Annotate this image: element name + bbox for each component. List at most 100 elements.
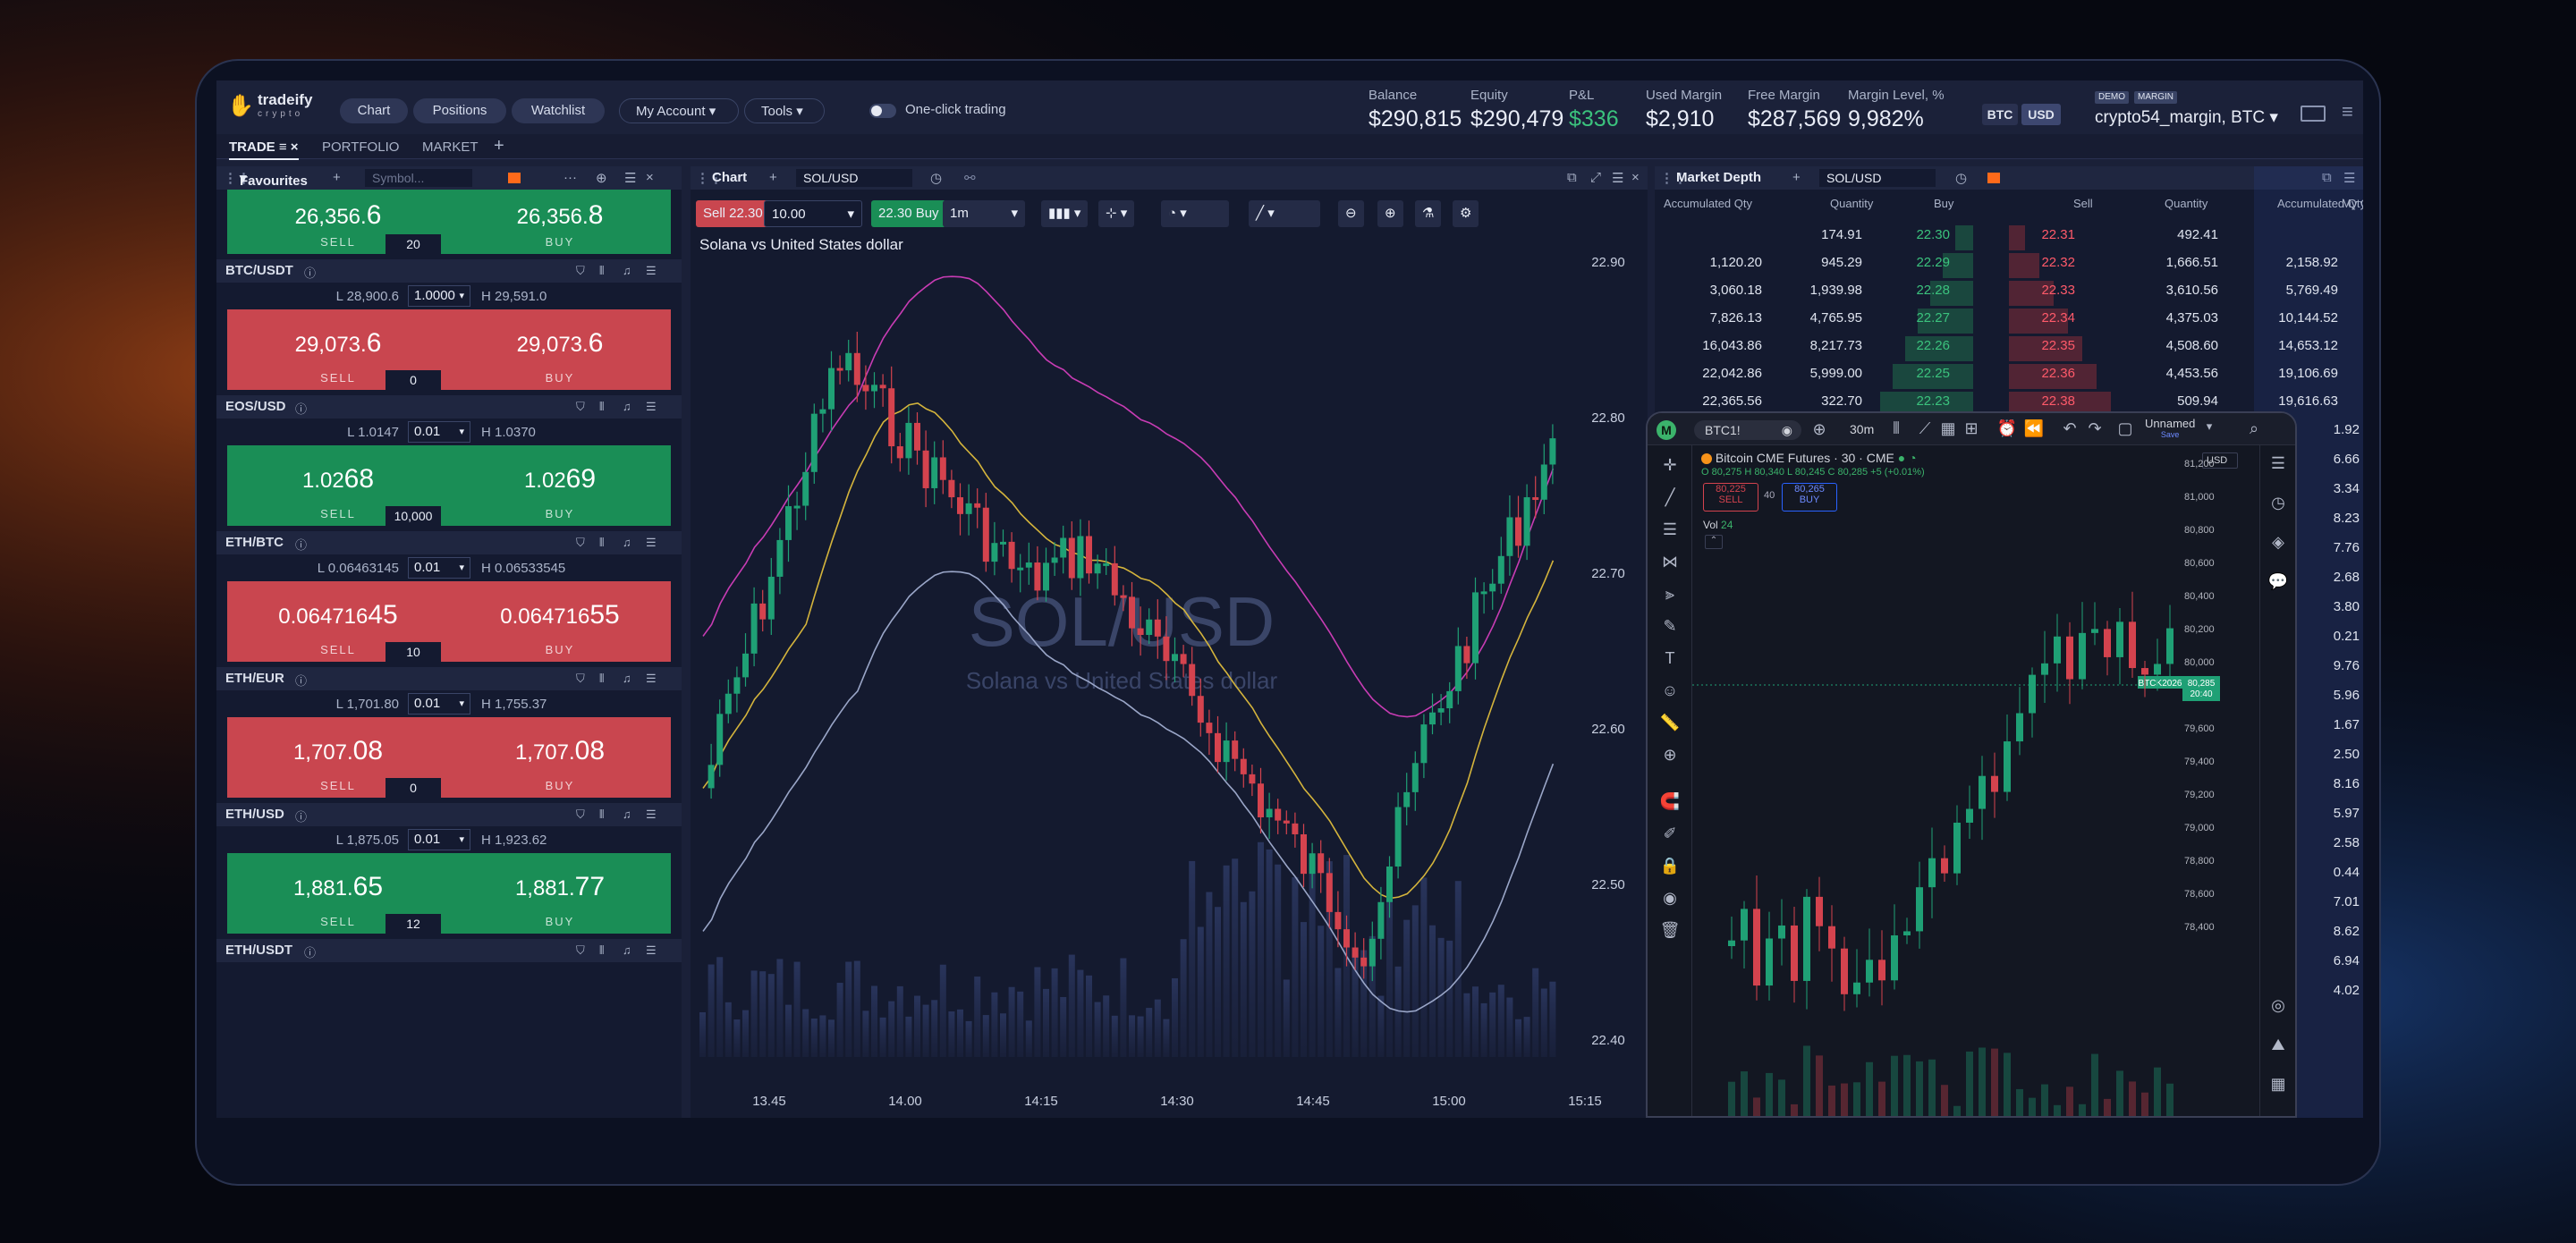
shield-icon[interactable]: ⛉ [576,943,585,958]
tools-dropdown[interactable]: Tools ▾ [744,98,825,123]
nav-trade[interactable]: TRADE ≡ × [229,140,299,160]
bell-icon[interactable]: ♫ [623,808,631,821]
trendline-icon[interactable]: ╱ [1659,488,1681,507]
alarm-icon[interactable]: ⏰ [1996,419,2018,438]
info-icon[interactable]: ⓘ [304,264,316,281]
info-icon[interactable]: ⓘ [304,943,316,960]
lot-size-select[interactable]: 1.0000 ▾ [408,285,470,307]
zoom-in-icon[interactable]: ⊕ [1377,200,1403,227]
bell-icon[interactable]: ♫ [623,400,631,413]
fullscreen-icon[interactable]: ▢ [2114,419,2136,438]
shield-icon[interactable]: ⛉ [576,536,585,550]
indicators-icon[interactable]: ⊹ ▾ [1098,200,1135,227]
layout-icon[interactable] [2301,106,2326,122]
chat-icon[interactable]: 💬 [2267,572,2289,591]
tv-price-chart-svg[interactable]: 81,200 81,000 80,800 80,600 80,400 80,200 80,0… [1692,445,2263,1118]
buy-price-button[interactable]: 0.06471655 BUY [449,581,671,662]
layers-icon[interactable]: ◈ [2267,533,2289,552]
close-icon[interactable]: × [646,170,654,185]
add-icon[interactable]: + [333,170,341,185]
chart-icon[interactable]: ⫴ [599,943,604,958]
chart-icon[interactable]: ⫴ [599,536,604,550]
avatar[interactable]: M [1657,420,1676,440]
layout-name[interactable]: Unnamed Save [2145,417,2195,439]
more-icon[interactable]: ··· [564,170,577,185]
text-icon[interactable]: T [1659,649,1681,668]
price-chart-svg[interactable]: SOL/USD Solana vs United States dollar 22.… [691,252,1648,1118]
tab-positions[interactable]: Positions [413,98,506,123]
info-icon[interactable]: ⓘ [295,808,307,824]
replay-icon[interactable]: ⏪ [2023,419,2045,438]
candles-icon[interactable]: ⫴ [1885,419,1907,438]
add-compare-icon[interactable]: ⊕ [1809,420,1830,439]
draw-line-icon[interactable]: ╱ ▾ [1249,200,1320,227]
list-icon[interactable]: ☰ [646,264,657,278]
favourites-title[interactable]: Favourites ▾ [240,170,308,189]
buy-price-button[interactable]: 1,881.77 BUY [449,853,671,934]
flask-icon[interactable]: ⚗ [1415,200,1442,227]
pencil-icon[interactable]: ✐ [1659,824,1681,843]
list-icon[interactable]: ☰ [624,170,636,186]
chevron-down-icon[interactable]: ▾ [2199,419,2220,434]
ruler-icon[interactable]: 📏 [1659,714,1681,732]
fib-icon[interactable]: ☰ [1659,520,1681,539]
tab-chart[interactable]: Chart [340,98,408,123]
timezone-icon[interactable]: ◔ ▾ [1161,200,1229,227]
my-account-dropdown[interactable]: My Account ▾ [619,98,739,123]
list-icon[interactable]: ☰ [1612,170,1623,186]
redo-icon[interactable]: ↷ [2084,419,2106,438]
target-icon[interactable]: ◎ [2267,996,2289,1015]
shield-icon[interactable]: ⛉ [576,808,585,822]
interval-dropdown[interactable]: 1m ▾ [943,200,1025,227]
info-icon[interactable]: ⓘ [295,536,307,553]
tv-symbol-search[interactable]: BTC1! ◉ [1694,420,1801,440]
currency-btc[interactable]: BTC [1982,104,2018,125]
prediction-icon[interactable]: ⫸ [1659,585,1681,604]
templates-icon[interactable]: ▦ [1937,419,1959,438]
nav-market[interactable]: MARKET [422,140,479,155]
popout-icon[interactable]: ⧉ [1567,170,1577,185]
lot-size-select[interactable]: 0.01 ▾ [408,557,470,579]
indicators-icon[interactable]: ⟋ [1914,419,1936,438]
grid-icon[interactable]: ⊞ [1961,419,1982,438]
info-icon[interactable]: ⓘ [295,400,307,417]
shield-icon[interactable]: ⛉ [576,400,585,414]
expand-icon[interactable]: ⤢ [1590,170,1601,185]
add-tab-icon[interactable]: + [494,136,504,156]
list-icon[interactable]: ☰ [646,808,657,822]
buy-price-button[interactable]: 1,707.08 BUY [449,717,671,798]
buy-price-button[interactable]: 26,356.8 BUY [449,190,671,254]
nav-portfolio[interactable]: PORTFOLIO [322,140,399,155]
symbol-name[interactable]: ETH/USDT [225,943,292,958]
broadcast-icon[interactable]: ⚞ [2267,1114,2289,1116]
bell-icon[interactable]: ♫ [623,264,631,277]
buy-price-button[interactable]: 29,073.6 BUY [449,309,671,390]
ideas-icon[interactable]: ⛰ [2267,1036,2289,1054]
clock-icon[interactable]: ◷ [930,170,942,186]
candles-icon[interactable]: ▮▮▮ ▾ [1041,200,1089,227]
one-click-toggle[interactable] [869,104,896,118]
chart-icon[interactable]: ⫴ [599,672,604,686]
bell-icon[interactable]: ♫ [623,672,631,685]
zoom-out-icon[interactable]: ⊖ [1338,200,1364,227]
info-icon[interactable]: ⓘ [295,672,307,689]
zoom-in-icon[interactable]: ⊕ [1659,746,1681,765]
lot-size-select[interactable]: 0.01 ▾ [408,829,470,850]
target-icon[interactable]: ⊕ [596,170,607,186]
close-icon[interactable]: × [1631,170,1640,185]
lot-size-select[interactable]: 0.01 ▾ [408,693,470,715]
chart-icon[interactable]: ⫴ [599,400,604,414]
shield-icon[interactable]: ⛉ [576,264,585,278]
symbol-name[interactable]: BTC/USDT [225,263,293,278]
search-icon[interactable]: ⌕ [2243,419,2265,438]
chart-symbol-input[interactable]: SOL/USD [796,169,912,187]
symbol-search-input[interactable]: Symbol... [365,169,472,187]
crosshair-icon[interactable]: ✛ [1659,456,1681,475]
sell-button[interactable]: Sell 22.30 [696,200,770,227]
bell-icon[interactable]: ♫ [623,536,631,549]
list-icon[interactable]: ☰ [646,672,657,686]
pattern-icon[interactable]: ⋈ [1659,553,1681,571]
quantity-input[interactable]: 10.00 ▾ [764,200,862,227]
brush-icon[interactable]: ✎ [1659,617,1681,636]
alerts-icon[interactable]: ◷ [2267,494,2289,512]
